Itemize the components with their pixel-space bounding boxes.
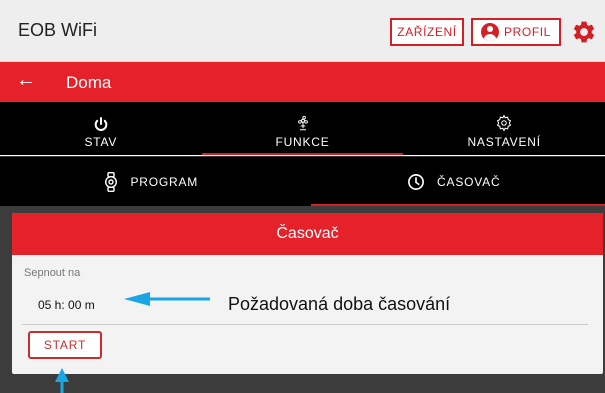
devices-button[interactable]: ZAŘÍZENÍ xyxy=(390,18,464,46)
timer-value[interactable]: 05 h: 00 m xyxy=(38,298,95,312)
start-button[interactable]: START xyxy=(28,331,102,359)
tab-casovac-label: ČASOVAČ xyxy=(437,174,501,189)
top-bar: EOB WiFi ZAŘÍZENÍ PROFIL xyxy=(0,0,605,62)
tab-stav[interactable]: STAV xyxy=(0,102,202,155)
tab-funkce-label: FUNKCE xyxy=(275,135,330,149)
tab-funkce[interactable]: FUNKCE xyxy=(201,102,404,155)
app-title: EOB WiFi xyxy=(18,20,97,40)
timer-field-label: Sepnout na xyxy=(24,267,81,279)
tab-nastaveni[interactable]: NASTAVENÍ xyxy=(403,102,605,155)
gear-icon xyxy=(497,114,512,132)
profile-button[interactable]: PROFIL xyxy=(471,18,561,46)
profile-icon xyxy=(481,23,500,41)
profile-label: PROFIL xyxy=(504,25,551,39)
clock-icon xyxy=(408,173,424,190)
watch-icon xyxy=(105,171,118,192)
annotation-text: Požadovaná doba časování xyxy=(228,294,451,314)
main-tabs: STAV FUNKCE NASTAVENÍ xyxy=(0,102,605,155)
tab-nastaveni-label: NASTAVENÍ xyxy=(467,135,541,149)
settings-gear-icon[interactable] xyxy=(571,19,597,45)
timer-title: Časovač xyxy=(276,225,339,242)
tab-stav-label: STAV xyxy=(84,135,118,149)
divider xyxy=(22,324,588,325)
timer-card-header: Časovač xyxy=(12,213,603,255)
location-title: Doma xyxy=(66,73,112,92)
power-icon xyxy=(94,117,108,131)
location-bar: ← Doma xyxy=(0,62,605,102)
fan-icon xyxy=(297,115,308,131)
tab-casovac[interactable]: ČASOVAČ xyxy=(303,157,605,206)
devices-label: ZAŘÍZENÍ xyxy=(397,25,457,39)
sub-tabs: PROGRAM ČASOVAČ xyxy=(0,156,605,206)
tab-program[interactable]: PROGRAM xyxy=(0,157,303,206)
tab-program-label: PROGRAM xyxy=(130,174,199,189)
back-arrow-icon[interactable]: ← xyxy=(16,69,36,92)
